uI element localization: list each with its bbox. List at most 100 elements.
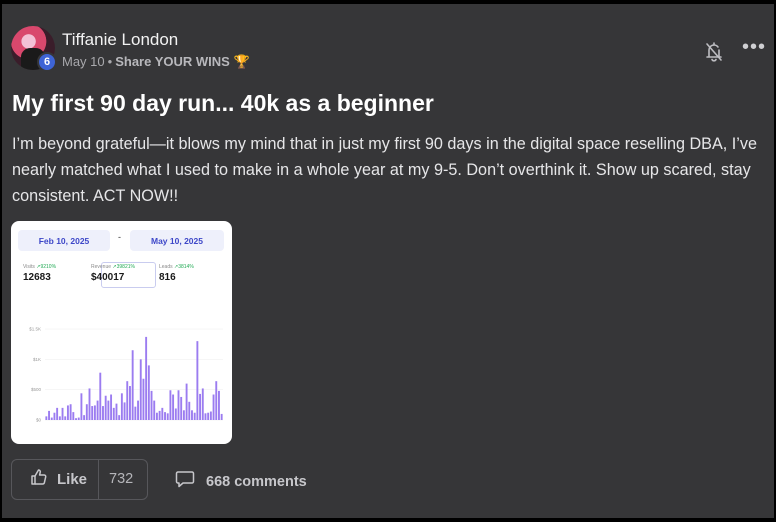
metric-label: Leads [159, 264, 173, 270]
chart-bar [201, 388, 204, 420]
chart-bar [182, 410, 185, 420]
meta-separator: • [107, 54, 113, 69]
chart-bar [66, 405, 69, 420]
post-body: I’m beyond grateful—it blows my mind tha… [12, 135, 757, 205]
chart-bar [188, 401, 191, 420]
chart-bar [118, 415, 121, 420]
chart-bar [104, 395, 107, 420]
chart-bar [185, 383, 188, 420]
metric-visits: Visits ↗9210% 12683 [23, 264, 56, 283]
chart-bar [204, 413, 207, 420]
chart-bar [115, 403, 118, 420]
chart-bar [45, 416, 48, 420]
chart-bar [180, 396, 183, 420]
chart-bar [220, 413, 223, 420]
post-title: My first 90 day run... 40k as a beginner [12, 90, 434, 116]
chart-bar [215, 381, 218, 420]
chart-bar [53, 412, 56, 420]
chart-bar [129, 386, 131, 420]
chart-bar [139, 359, 142, 420]
chart-bar [212, 394, 215, 420]
metric-leads: Leads ↗3814% 816 [159, 264, 194, 283]
chart-bar [174, 408, 177, 420]
metric-label: Visits [23, 264, 35, 270]
like-button[interactable]: Like [12, 460, 98, 499]
chart-bar [120, 393, 123, 420]
chart-bar [164, 412, 166, 420]
chart-bar [199, 393, 202, 420]
metric-change: ↗9210% [36, 264, 57, 270]
chart-bar [112, 407, 115, 420]
metric-value: 12683 [23, 272, 51, 283]
chart-bar [102, 406, 104, 420]
comments-label: 668 comments [206, 473, 307, 490]
chart-bar [137, 400, 139, 420]
comment-icon [175, 470, 195, 493]
date-separator: - [118, 232, 121, 242]
chart-bar [93, 405, 96, 420]
chart-bar [91, 406, 94, 420]
chart-bar [218, 390, 220, 420]
chart-bar [50, 417, 53, 420]
metric-label: Revenue [91, 264, 112, 270]
chart-bar [56, 407, 59, 420]
start-date-pill: Feb 10, 2025 [18, 230, 110, 251]
chart-bar [123, 402, 126, 420]
chart-bar [58, 416, 61, 420]
revenue-chart: $1.5K $1K $500 $0 [29, 327, 223, 423]
chart-bar [85, 404, 88, 420]
chart-bar [191, 410, 193, 420]
author-avatar[interactable]: 6 [11, 26, 57, 72]
y-tick-label: $1K [33, 357, 41, 362]
chart-bar [131, 350, 134, 420]
thumbs-up-icon [30, 468, 48, 491]
chart-bar [155, 412, 158, 420]
chart-bar [147, 365, 150, 420]
chart-bar [61, 407, 64, 420]
y-tick-label: $500 [31, 387, 42, 392]
chart-bar [75, 418, 77, 420]
metric-change: ↗39821% [112, 264, 135, 270]
level-badge: 6 [37, 52, 57, 72]
chart-bar [126, 381, 129, 420]
chart-bar [207, 412, 210, 420]
metric-value: 816 [159, 272, 176, 283]
chart-bar [107, 400, 110, 420]
chart-bar [77, 417, 80, 420]
chart-bar [88, 388, 91, 420]
chart-bar [161, 407, 164, 420]
post-meta: May 10 • Share YOUR WINS 🏆 [62, 54, 250, 70]
chart-bar [142, 378, 145, 420]
chart-bar [72, 412, 75, 420]
metric-revenue: Revenue ↗39821% $40017 [91, 264, 135, 283]
end-date-pill: May 10, 2025 [130, 230, 224, 251]
chart-bar [134, 406, 137, 420]
author-name[interactable]: Tiffanie London [62, 30, 178, 50]
like-group: Like 732 [11, 459, 148, 500]
trophy-icon: 🏆 [233, 54, 250, 69]
chart-bar [153, 400, 156, 420]
chart-bar [145, 336, 148, 420]
chart-bar [83, 415, 86, 420]
chart-bar [150, 390, 153, 420]
comments-button[interactable]: 668 comments [175, 470, 307, 493]
bell-off-icon[interactable] [704, 41, 724, 63]
chart-bar [196, 341, 199, 420]
chart-bar [99, 372, 102, 420]
metric-change: ↗3814% [174, 264, 194, 270]
y-tick-label: $0 [36, 418, 42, 423]
post-card: 6 Tiffanie London May 10 • Share YOUR WINS… [2, 4, 774, 518]
like-divider [98, 460, 99, 499]
attachment-image[interactable]: Feb 10, 2025 - May 10, 2025 Visits ↗9210… [11, 221, 232, 444]
post-date[interactable]: May 10 [62, 54, 105, 69]
chart-bar [158, 410, 161, 420]
more-options-icon[interactable]: ••• [742, 37, 766, 60]
chart-bar [193, 412, 196, 420]
like-count[interactable]: 732 [109, 471, 133, 487]
like-label: Like [57, 471, 88, 488]
chart-bar [110, 394, 113, 420]
chart-bar [48, 410, 50, 420]
post-category[interactable]: Share YOUR WINS [115, 54, 230, 69]
y-tick-label: $1.5K [29, 327, 41, 332]
chart-bar [69, 404, 72, 420]
